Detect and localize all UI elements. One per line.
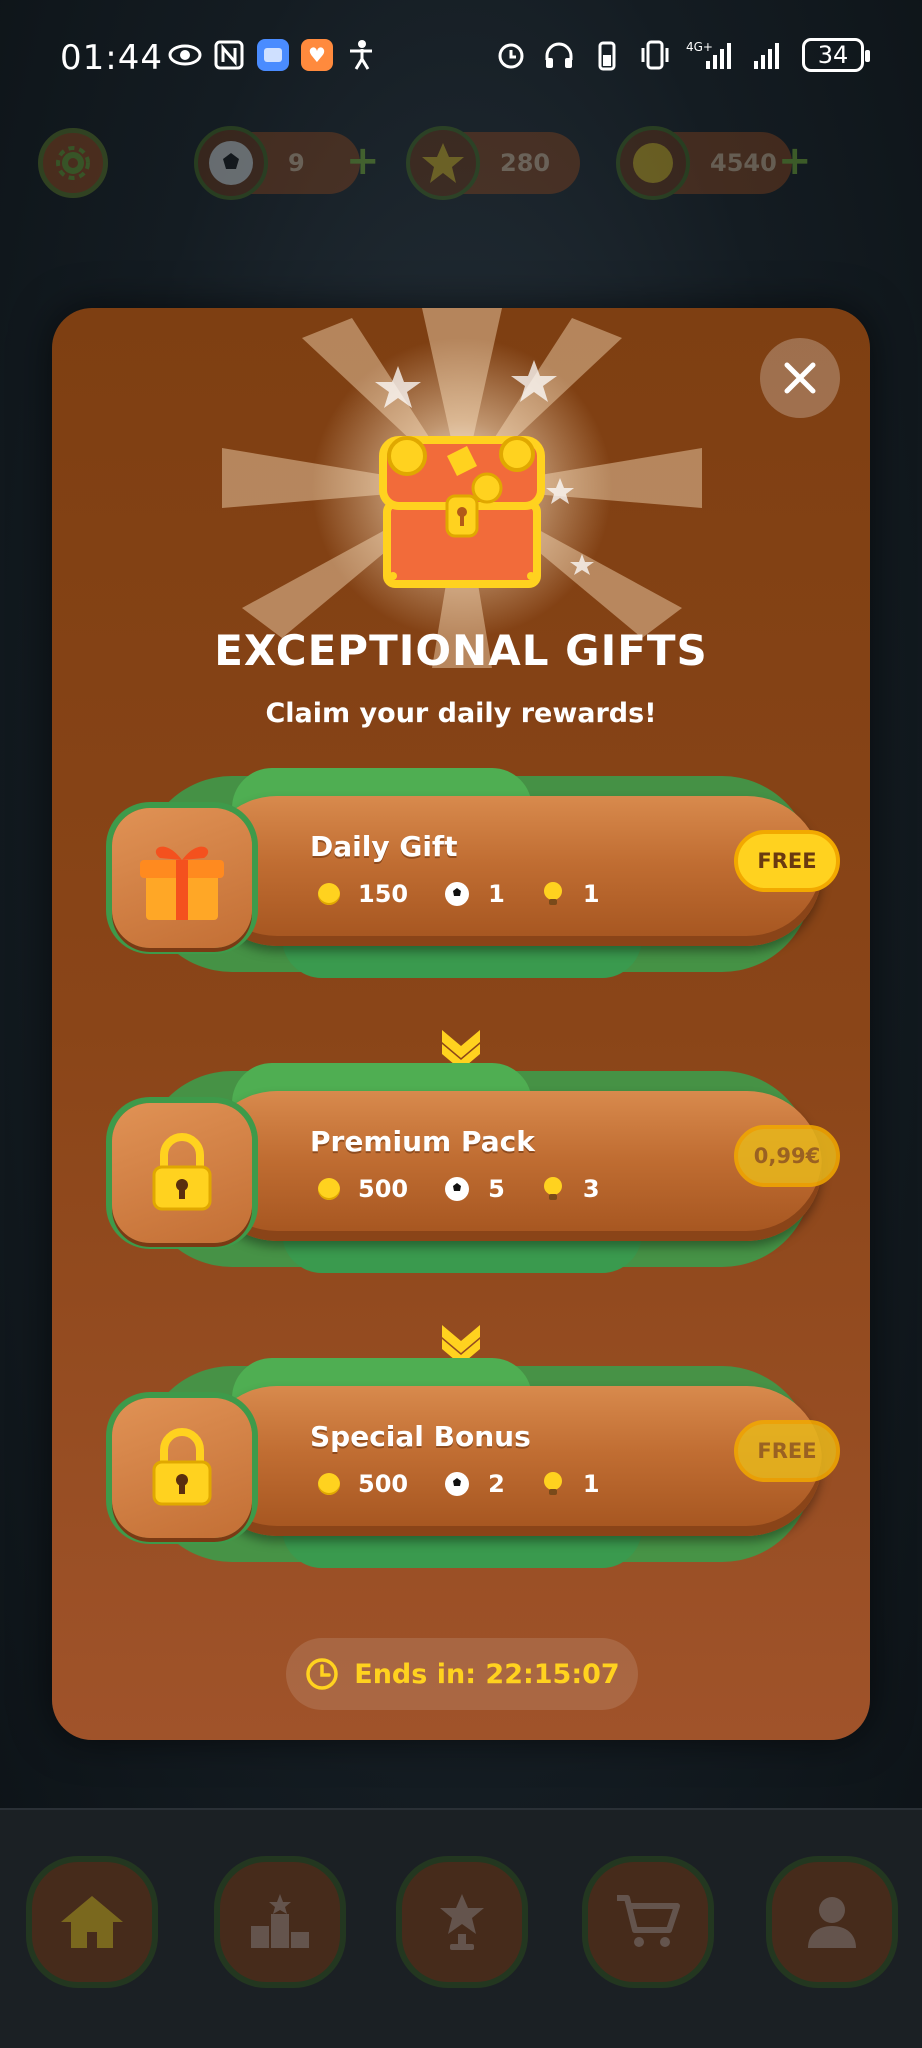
reward-balls: 5 <box>488 1175 505 1203</box>
reward-hints: 1 <box>582 880 600 908</box>
nav-trophy[interactable] <box>402 1862 522 1982</box>
nav-home[interactable] <box>32 1862 152 1982</box>
buy-premium-button[interactable]: 0,99€ <box>734 1125 840 1187</box>
add-balls-button[interactable]: + <box>346 141 380 181</box>
trophy-icon <box>440 1894 484 1950</box>
battery-indicator: 34 <box>802 38 870 72</box>
star-icon <box>406 126 480 200</box>
nfc-icon <box>212 38 246 72</box>
wood-log-panel <box>202 796 822 946</box>
profile-icon <box>808 1897 856 1948</box>
wood-log-panel <box>202 1091 822 1241</box>
reward-name: Premium Pack <box>310 1125 535 1158</box>
reward-name: Special Bonus <box>310 1420 531 1453</box>
wood-log-panel <box>202 1386 822 1536</box>
alarm-icon <box>494 38 528 72</box>
lock-icon <box>152 1428 212 1506</box>
reward-items: 500 2 1 <box>318 1470 636 1498</box>
reward-name: Daily Gift <box>310 830 458 863</box>
gifts-modal: EXCEPTIONAL GIFTS Claim your daily rewar… <box>52 308 870 1740</box>
status-left-icons: ♥ <box>168 38 378 72</box>
home-icon <box>61 1896 123 1948</box>
coin-icon <box>616 126 690 200</box>
cart-icon <box>617 1895 680 1947</box>
bottom-nav <box>0 1808 922 2048</box>
coin-icon <box>318 883 340 905</box>
status-bar: 01:44 ♥ 4G+ 34 <box>0 0 922 115</box>
vibrate-icon <box>638 38 672 72</box>
coin-icon <box>318 1473 340 1495</box>
gift-icon <box>140 846 224 920</box>
status-right-icons: 4G+ 34 <box>494 38 870 72</box>
stars-count: 280 <box>500 149 551 177</box>
reward-hints: 1 <box>582 1470 600 1498</box>
health-app-icon: ♥ <box>300 38 334 72</box>
coins-count: 4540 <box>710 149 777 177</box>
reward-items: 150 1 1 <box>318 880 636 908</box>
soccer-ball-icon <box>445 1472 470 1496</box>
battery-case-icon <box>590 38 624 72</box>
coins-counter: 4540 + <box>616 126 812 200</box>
battery-level: 34 <box>817 41 849 69</box>
timer-text: Ends in: 22:15:07 <box>354 1658 620 1690</box>
svg-text:4G+: 4G+ <box>686 40 713 54</box>
reward-row-premium-pack: Premium Pack 500 5 3 0,99€ <box>82 1063 852 1273</box>
lock-icon <box>152 1133 212 1211</box>
reward-row-special-bonus: Special Bonus 500 2 1 FREE <box>82 1358 852 1568</box>
stars-counter: 280 <box>406 126 580 200</box>
lock-badge <box>112 1103 252 1243</box>
message-app-icon <box>256 38 290 72</box>
modal-subtitle: Claim your daily rewards! <box>265 698 657 729</box>
leaderboard-icon <box>251 1894 309 1948</box>
balls-count: 9 <box>288 149 305 177</box>
lightbulb-icon <box>543 882 562 905</box>
gift-badge <box>112 808 252 948</box>
gear-icon <box>56 146 90 180</box>
reward-row-daily-gift: Daily Gift 150 1 1 FREE <box>82 768 852 978</box>
reward-coins: 150 <box>358 880 409 908</box>
soccer-ball-icon <box>445 1177 470 1201</box>
nav-leaderboard[interactable] <box>220 1862 340 1982</box>
nav-shop[interactable] <box>588 1862 708 1982</box>
lightbulb-icon <box>543 1472 562 1495</box>
soccer-ball-icon <box>194 126 268 200</box>
signal-icon: 4G+ <box>686 38 734 72</box>
close-button[interactable] <box>760 338 840 418</box>
accessibility-icon <box>344 38 378 72</box>
signal-icon <box>748 38 788 72</box>
nav-profile[interactable] <box>772 1862 892 1982</box>
reward-hints: 3 <box>582 1175 600 1203</box>
claim-bonus-button[interactable]: FREE <box>734 1420 840 1482</box>
reward-items: 500 5 3 <box>318 1175 636 1203</box>
balls-counter: 9 + <box>194 126 380 200</box>
claim-free-button[interactable]: FREE <box>734 830 840 892</box>
lock-badge <box>112 1398 252 1538</box>
headphones-icon <box>542 38 576 72</box>
status-time: 01:44 <box>60 38 163 78</box>
treasure-chest-icon <box>367 426 557 596</box>
add-coins-button[interactable]: + <box>778 141 812 181</box>
settings-button[interactable] <box>38 128 108 198</box>
clock-icon <box>306 1658 339 1690</box>
reward-coins: 500 <box>358 1175 409 1203</box>
eye-icon <box>168 38 202 72</box>
lightbulb-icon <box>543 1177 562 1200</box>
close-icon <box>784 362 816 394</box>
modal-title: EXCEPTIONAL GIFTS <box>214 626 708 675</box>
reward-balls: 2 <box>488 1470 505 1498</box>
reward-coins: 500 <box>358 1470 409 1498</box>
countdown-timer: Ends in: 22:15:07 <box>286 1638 638 1710</box>
coin-icon <box>318 1178 340 1200</box>
reward-balls: 1 <box>488 880 505 908</box>
soccer-ball-icon <box>445 882 470 906</box>
top-hud: 9 + 280 4540 + <box>0 122 922 212</box>
